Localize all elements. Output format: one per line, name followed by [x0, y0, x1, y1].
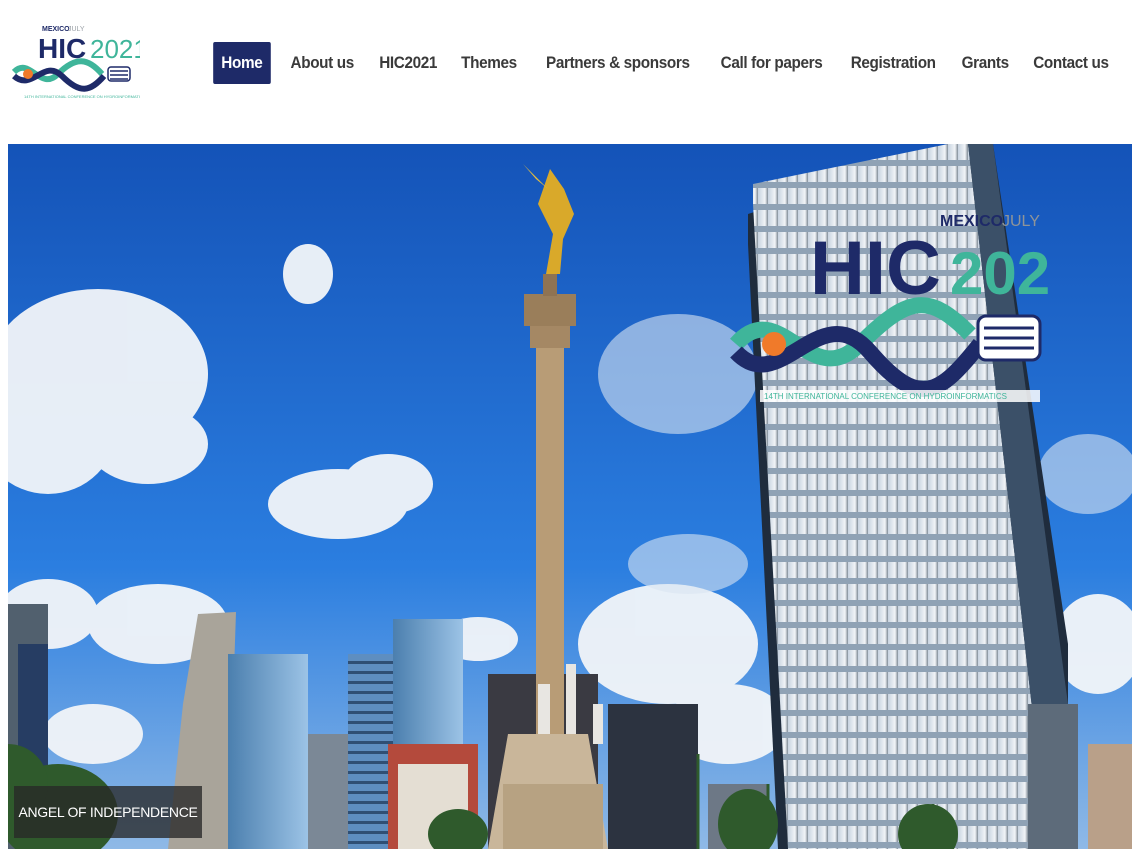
hero-logo-year: 2021 [950, 240, 1050, 307]
nav-contact-us[interactable]: Contact us [1025, 42, 1117, 84]
hero-logo: MEXICO JULY HIC 2021 14TH INTERNATIONAL … [730, 213, 1050, 402]
nav-registration[interactable]: Registration [843, 42, 944, 84]
hero-logo-tagline: 14TH INTERNATIONAL CONFERENCE ON HYDROIN… [764, 392, 1007, 401]
hero-banner: MEXICO JULY HIC 2021 14TH INTERNATIONAL … [8, 144, 1132, 849]
nav-partners-sponsors[interactable]: Partners & sponsors [538, 42, 698, 84]
nav-about-us[interactable]: About us [283, 42, 363, 84]
hero-logo-location: MEXICO [940, 213, 1003, 230]
logo-tagline: 14TH INTERNATIONAL CONFERENCE ON HYDROIN… [24, 94, 140, 99]
nav-call-for-papers[interactable]: Call for papers [713, 42, 831, 84]
hero-caption: ANGEL OF INDEPENDENCE [14, 786, 202, 838]
nav-hic2021[interactable]: HIC2021 [371, 42, 445, 84]
logo-location: MEXICO [42, 26, 70, 33]
hero-logo-month: JULY [1002, 213, 1040, 230]
nav-home[interactable]: Home [213, 42, 271, 84]
site-logo[interactable]: MEXICO JULY HIC 2021 14TH INTERNATIONAL … [10, 22, 148, 107]
logo-month: JULY [68, 26, 85, 33]
site-header: MEXICO JULY HIC 2021 14TH INTERNATIONAL … [0, 0, 1132, 140]
nav-grants[interactable]: Grants [953, 42, 1016, 84]
nav-themes[interactable]: Themes [453, 42, 525, 84]
logo-year: 2021 [90, 34, 140, 64]
main-nav: Home About us HIC2021 Themes Partners & … [210, 42, 1122, 84]
